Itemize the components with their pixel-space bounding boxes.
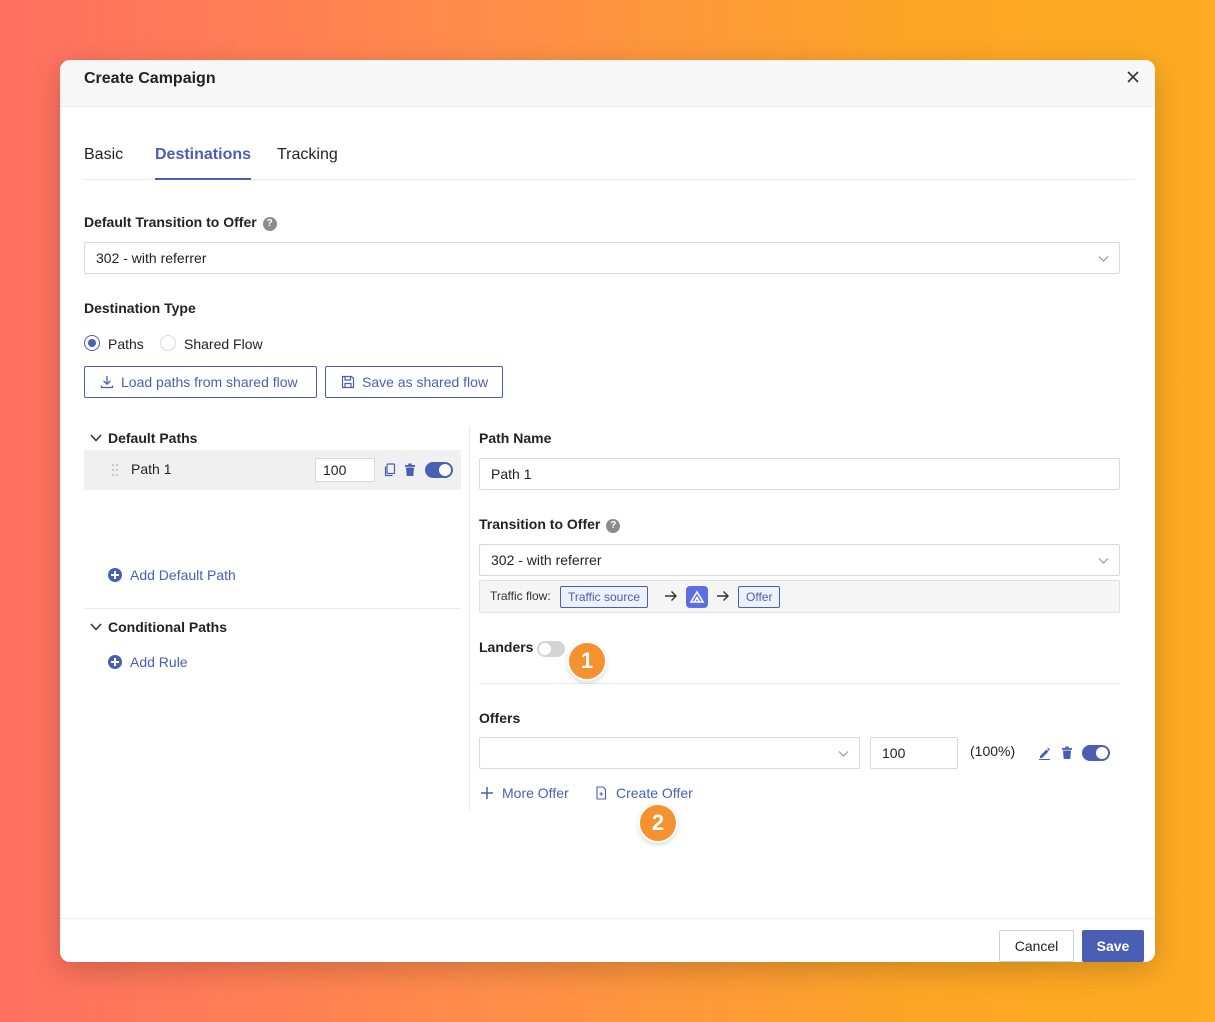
close-button[interactable] xyxy=(1125,69,1141,85)
tab-tracking[interactable]: Tracking xyxy=(277,146,338,180)
modal-title: Create Campaign xyxy=(84,70,216,87)
traffic-source-chip: Traffic source xyxy=(560,586,649,608)
arrow-right-icon xyxy=(717,591,729,601)
path-enabled-toggle[interactable] xyxy=(425,462,453,478)
radio-shared-flow[interactable]: Shared Flow xyxy=(160,335,270,353)
add-default-path-label: Add Default Path xyxy=(130,567,236,583)
step-badge-1: 1 xyxy=(567,641,607,681)
landers-label: Landers xyxy=(479,639,534,655)
offer-chip: Offer xyxy=(738,586,781,608)
default-transition-label-text: Default Transition to Offer xyxy=(84,214,257,230)
plus-circle-icon xyxy=(108,655,122,669)
tab-destinations[interactable]: Destinations xyxy=(155,146,252,180)
traffic-flow-label: Traffic flow: xyxy=(490,589,551,603)
step-badge-2: 2 xyxy=(638,803,678,843)
offers-label: Offers xyxy=(479,710,521,726)
create-campaign-modal: Create Campaign Basic Destinations Track… xyxy=(60,60,1155,962)
destination-type-label: Destination Type xyxy=(84,300,196,316)
save-shared-flow-label: Save as shared flow xyxy=(362,374,489,390)
offer-percent: (100%) xyxy=(970,743,1016,759)
chevron-down-icon xyxy=(90,434,102,442)
radio-paths[interactable]: Paths xyxy=(84,335,154,353)
default-transition-value: 302 - with referrer xyxy=(96,250,207,266)
help-icon[interactable]: ? xyxy=(262,217,277,231)
arrow-right-icon xyxy=(665,591,677,601)
plus-circle-icon xyxy=(108,568,122,582)
radio-paths-label: Paths xyxy=(108,336,144,352)
traffic-flow-bar: Traffic flow: Traffic source Offer xyxy=(479,580,1120,613)
path-row[interactable]: Path 1 100 xyxy=(84,450,461,490)
add-rule-label: Add Rule xyxy=(130,654,188,670)
load-paths-label: Load paths from shared flow xyxy=(121,374,298,390)
path-name-label: Path Name xyxy=(479,430,552,446)
trash-icon[interactable] xyxy=(1061,746,1073,760)
divider xyxy=(84,608,461,609)
landers-toggle[interactable] xyxy=(537,641,565,657)
panel-divider xyxy=(469,426,470,810)
chevron-down-icon xyxy=(838,751,849,757)
download-icon xyxy=(100,376,114,389)
more-offer-label: More Offer xyxy=(502,785,569,801)
radio-dot xyxy=(160,335,176,351)
load-paths-button[interactable]: Load paths from shared flow xyxy=(84,366,317,398)
plus-icon xyxy=(481,787,493,799)
radio-shared-flow-label: Shared Flow xyxy=(184,336,263,352)
cancel-button[interactable]: Cancel xyxy=(999,930,1074,962)
default-transition-select[interactable]: 302 - with referrer xyxy=(84,242,1120,274)
save-icon xyxy=(341,375,355,389)
chevron-down-icon xyxy=(90,623,102,631)
document-add-icon xyxy=(596,786,607,800)
close-icon xyxy=(1127,71,1139,83)
transition-to-offer-label: Transition to Offer? xyxy=(479,516,621,533)
path-name-input[interactable]: Path 1 xyxy=(479,458,1120,490)
drag-handle-icon xyxy=(112,464,118,476)
tab-bar: Basic Destinations Tracking xyxy=(84,144,1135,180)
transition-to-offer-value: 302 - with referrer xyxy=(491,552,602,568)
tab-basic[interactable]: Basic xyxy=(84,146,123,180)
modal-header: Create Campaign xyxy=(60,60,1155,107)
create-offer-label: Create Offer xyxy=(616,785,693,801)
chevron-down-icon xyxy=(1098,558,1109,564)
offer-weight-input[interactable]: 100 xyxy=(870,737,958,769)
modal-footer: Cancel Save xyxy=(60,918,1155,962)
path-weight-input[interactable]: 100 xyxy=(315,458,375,482)
divider xyxy=(479,683,1120,684)
brand-logo-icon xyxy=(686,586,708,608)
conditional-paths-header-text: Conditional Paths xyxy=(108,619,227,635)
edit-icon[interactable] xyxy=(1038,746,1050,760)
chevron-down-icon xyxy=(1098,256,1109,262)
radio-dot xyxy=(84,335,100,351)
offer-enabled-toggle[interactable] xyxy=(1082,745,1110,761)
default-transition-label: Default Transition to Offer? xyxy=(84,214,277,231)
transition-to-offer-label-text: Transition to Offer xyxy=(479,516,601,532)
save-shared-flow-button[interactable]: Save as shared flow xyxy=(325,366,503,398)
copy-icon[interactable] xyxy=(384,463,396,477)
default-paths-header-text: Default Paths xyxy=(108,430,198,446)
save-button[interactable]: Save xyxy=(1082,930,1144,962)
help-icon[interactable]: ? xyxy=(606,519,621,533)
offer-select[interactable] xyxy=(479,737,860,769)
path-name: Path 1 xyxy=(131,461,172,477)
trash-icon[interactable] xyxy=(404,463,416,477)
paths-panel: Default Paths Path 1 100 Add Default Pat… xyxy=(84,425,471,810)
transition-to-offer-select[interactable]: 302 - with referrer xyxy=(479,544,1120,576)
